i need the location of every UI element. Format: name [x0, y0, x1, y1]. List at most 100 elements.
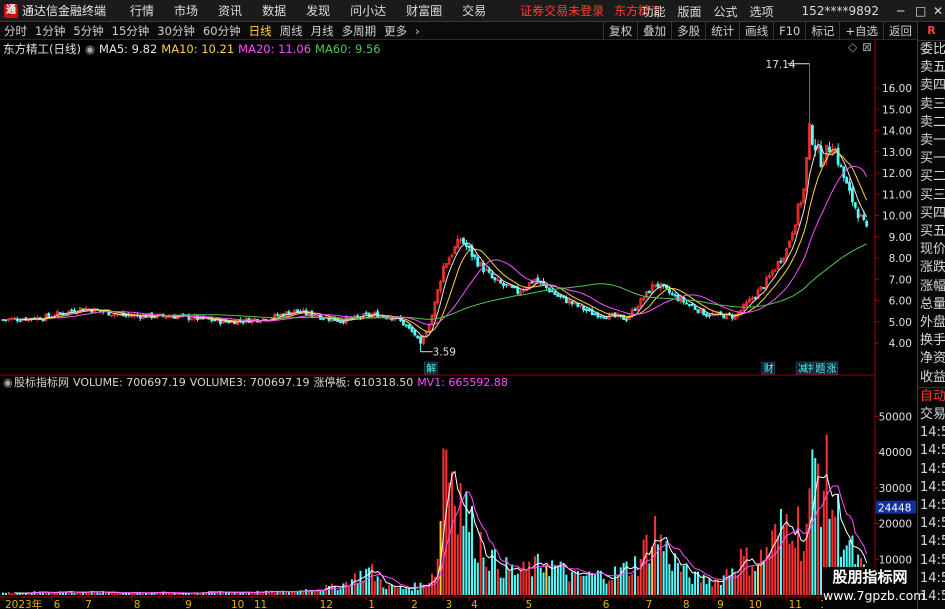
volume-bar	[499, 577, 502, 595]
volume-bar	[7, 591, 10, 595]
candle-body	[81, 308, 85, 311]
field-turnover: 换手	[920, 333, 945, 349]
indicator-name: 股标指标网	[14, 376, 69, 389]
settings-diamond-icon[interactable]: ◇	[848, 40, 857, 54]
close-icon[interactable]: ✕	[927, 4, 945, 18]
menu-quotes[interactable]: 行情	[120, 2, 164, 19]
menu-discover[interactable]: 发现	[296, 2, 340, 19]
period-daily[interactable]: 日线	[245, 23, 276, 39]
time-tick-label: 2	[411, 599, 418, 609]
candle-body	[696, 309, 700, 313]
time-tick-label: 6	[603, 599, 610, 609]
period-15min[interactable]: 15分钟	[108, 23, 154, 39]
volume-bar	[405, 588, 408, 595]
volume-bar	[508, 570, 511, 595]
volume-bar	[745, 547, 748, 595]
volume-bar	[779, 509, 782, 595]
btn-back[interactable]: 返回	[883, 22, 917, 40]
volume-bar	[393, 586, 396, 595]
period-more[interactable]: 更多	[380, 23, 411, 39]
candle-body	[562, 296, 565, 298]
candle-body	[685, 302, 688, 305]
menu-trade[interactable]: 交易	[452, 2, 496, 19]
btn-mark[interactable]: 标记	[805, 22, 839, 40]
volume-bar	[759, 549, 762, 595]
volume-bar	[390, 584, 393, 595]
candle-body	[856, 208, 860, 218]
volume-bar	[659, 534, 662, 595]
volume-bar	[737, 574, 740, 595]
candle-body	[602, 316, 605, 319]
menu-function[interactable]: 功能	[635, 3, 671, 20]
volume-bar	[459, 483, 462, 595]
kline-chart[interactable]: 4.00 5.00 6.00 7.00 8.00 9.00 10.00 11.00 12.00 1…	[0, 40, 917, 609]
volume-bar	[479, 531, 482, 595]
btn-f10[interactable]: F10	[773, 22, 805, 40]
field-sell5: 卖五	[920, 60, 945, 76]
trade-login-warning[interactable]: 证券交易未登录	[520, 2, 604, 19]
btn-stats[interactable]: 统计	[705, 22, 739, 40]
candle-body	[536, 277, 540, 282]
mv1-value: MV1: 665592.88	[417, 375, 508, 389]
btn-multi-stock[interactable]: 多股	[671, 22, 705, 40]
btn-adjust[interactable]: 复权	[603, 22, 637, 40]
app-title: 通达信金融终端	[22, 4, 107, 18]
price-tick-label: 4.00	[889, 338, 912, 350]
menu-news[interactable]: 资讯	[208, 2, 252, 19]
candle-body	[510, 285, 514, 288]
candle-body	[416, 335, 420, 339]
field-buy1: 买一	[920, 151, 945, 167]
volume-bar	[348, 586, 351, 595]
period-1min[interactable]: 1分钟	[31, 23, 69, 39]
candle-body	[853, 202, 857, 208]
volume3-value: VOLUME3: 700697.19	[189, 375, 310, 389]
price-tick-label: 9.00	[889, 232, 912, 244]
chevron-right-icon[interactable]: ›	[411, 24, 424, 38]
period-monthly[interactable]: 月线	[307, 23, 338, 39]
sidebar-r-button[interactable]: R	[918, 22, 945, 41]
field-sell2: 卖二	[920, 114, 945, 130]
auto-toggle[interactable]: 自动	[918, 386, 945, 406]
menu-wealth[interactable]: 财富圈	[396, 2, 452, 19]
info-dot-icon: ◉	[84, 42, 96, 56]
time-tick-label: 12	[320, 599, 333, 609]
menu-options[interactable]: 选项	[744, 3, 780, 20]
volume-tick-label: 30000	[879, 483, 912, 495]
minimize-icon[interactable]: ─	[891, 4, 909, 18]
close-pane-icon[interactable]: ⊠	[862, 40, 872, 54]
volume-bar	[99, 593, 102, 595]
volume-bar	[553, 565, 556, 595]
trade-tab[interactable]: 交易	[918, 406, 945, 424]
volume-bar	[107, 592, 110, 595]
menu-layout[interactable]: 版面	[672, 3, 708, 20]
candle-body	[464, 243, 468, 247]
maximize-icon[interactable]: □	[909, 4, 927, 18]
volume-bar	[691, 584, 694, 595]
volume-bar	[339, 588, 342, 595]
btn-add-watch[interactable]: +自选	[839, 22, 883, 40]
volume-bar	[762, 560, 765, 595]
user-account[interactable]: 152****9892	[796, 4, 885, 18]
volume-bar	[139, 593, 142, 595]
candle-body	[227, 321, 231, 324]
period-60min[interactable]: 60分钟	[199, 23, 245, 39]
period-weekly[interactable]: 周线	[276, 23, 307, 39]
menu-market[interactable]: 市场	[164, 2, 208, 19]
btn-draw[interactable]: 画线	[739, 22, 773, 40]
period-intraday[interactable]: 分时	[0, 23, 31, 39]
menu-ask[interactable]: 问小达	[340, 2, 396, 19]
volume-bar	[599, 570, 602, 595]
volume-bar	[605, 583, 608, 595]
period-multi[interactable]: 多周期	[338, 23, 381, 39]
menu-data[interactable]: 数据	[252, 2, 296, 19]
current-volume-label: 24448	[878, 503, 911, 515]
volume-bar	[230, 593, 233, 595]
period-30min[interactable]: 30分钟	[153, 23, 199, 39]
time-tick-label: 10	[749, 599, 762, 609]
volume-bar	[748, 575, 751, 595]
volume-bar	[116, 593, 119, 595]
candle-body	[593, 313, 597, 316]
period-5min[interactable]: 5分钟	[69, 23, 107, 39]
menu-formula[interactable]: 公式	[708, 3, 744, 20]
btn-overlay[interactable]: 叠加	[637, 22, 671, 40]
